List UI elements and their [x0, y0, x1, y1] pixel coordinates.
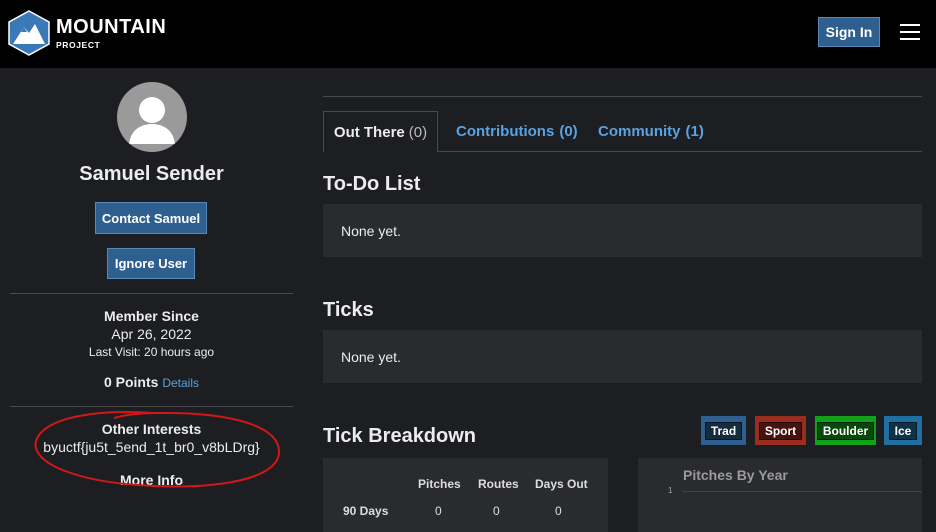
points-summary: 0 Points Details — [0, 374, 303, 390]
column-header: Pitches — [418, 477, 461, 491]
tab-label: Community — [598, 123, 681, 140]
user-silhouette-icon — [129, 97, 175, 144]
tab-contributions[interactable]: Contributions (0) — [456, 111, 578, 152]
top-nav: MOUNTAIN PROJECT Sign In — [0, 0, 936, 68]
tab-label: Contributions — [456, 123, 555, 140]
brand-wordmark[interactable]: MOUNTAIN PROJECT — [56, 17, 166, 50]
last-visit: Last Visit: 20 hours ago — [88, 345, 215, 359]
points-value: 0 Points — [103, 374, 159, 390]
ticks-empty-text: None yet. — [341, 348, 401, 365]
chart-title: Pitches By Year — [683, 467, 788, 483]
tab-community[interactable]: Community (1) — [598, 111, 704, 152]
ticks-title: Ticks — [323, 299, 374, 321]
row-label: 90 Days — [343, 504, 389, 518]
hamburger-menu-icon[interactable] — [900, 24, 920, 40]
todo-empty-text: None yet. — [341, 222, 401, 239]
tab-count: (1) — [685, 123, 704, 140]
table-cell: 0 — [435, 504, 442, 518]
divider — [323, 96, 922, 97]
filter-label: Sport — [758, 421, 803, 440]
filter-sport-button[interactable]: Sport — [755, 416, 806, 445]
contact-user-button[interactable]: Contact Samuel — [95, 202, 207, 234]
profile-name: Samuel Sender — [79, 163, 224, 185]
red-annotation-circle — [34, 411, 281, 488]
column-header: Days Out — [535, 477, 588, 491]
member-since-label: Member Since — [104, 308, 199, 324]
tick-breakdown-title: Tick Breakdown — [323, 425, 477, 447]
column-header: Routes — [478, 477, 519, 491]
tab-label: Out There — [333, 123, 405, 141]
filter-label: Ice — [888, 421, 918, 440]
ignore-user-button[interactable]: Ignore User — [107, 248, 195, 279]
filter-boulder-button[interactable]: Boulder — [815, 416, 876, 445]
todo-title: To-Do List — [323, 173, 421, 195]
gridline — [682, 491, 922, 492]
table-cell: 0 — [555, 504, 562, 518]
tab-underline — [438, 151, 922, 152]
tab-count: (0) — [559, 123, 578, 140]
member-since-date: Apr 26, 2022 — [111, 326, 192, 342]
brand-name: MOUNTAIN — [56, 16, 167, 38]
points-details-link[interactable]: Details — [162, 376, 199, 390]
table-cell: 0 — [493, 504, 500, 518]
tab-out-there[interactable]: Out There (0) — [323, 111, 438, 152]
y-tick-label: 1 — [668, 486, 673, 495]
filter-label: Trad — [704, 421, 743, 440]
sign-in-button[interactable]: Sign In — [818, 17, 880, 47]
tick-stats-table: Pitches Routes Days Out 90 Days 0 0 0 — [323, 458, 608, 532]
avatar — [117, 82, 187, 152]
pitches-by-year-chart: Pitches By Year 1 — [638, 458, 922, 532]
filter-label: Boulder — [816, 421, 875, 440]
divider — [10, 293, 293, 294]
ticks-panel: None yet. — [323, 330, 922, 383]
mountain-project-logo-icon[interactable] — [8, 10, 50, 56]
filter-trad-button[interactable]: Trad — [701, 416, 746, 445]
todo-panel: None yet. — [323, 204, 922, 257]
filter-ice-button[interactable]: Ice — [884, 416, 922, 445]
tab-count: (0) — [408, 123, 428, 141]
brand-sub: PROJECT — [56, 40, 101, 50]
